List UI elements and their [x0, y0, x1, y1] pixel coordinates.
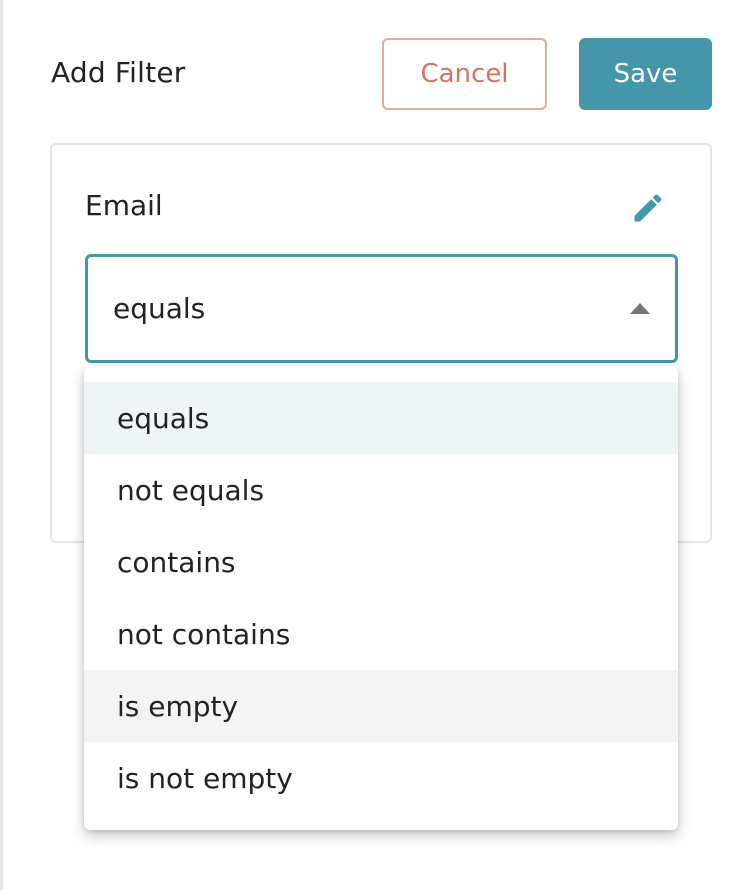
operator-select[interactable]: equals	[85, 254, 678, 363]
operator-select-value: equals	[113, 292, 206, 325]
caret-up-icon[interactable]	[630, 303, 650, 314]
option-equals[interactable]: equals	[84, 382, 678, 454]
add-filter-panel: Add Filter Cancel Save Email equals equa…	[0, 0, 736, 890]
option-contains[interactable]: contains	[84, 526, 678, 598]
page-title: Add Filter	[51, 56, 186, 89]
option-is-not-empty[interactable]: is not empty	[84, 742, 678, 814]
operator-dropdown-menu: equals not equals contains not contains …	[84, 366, 678, 830]
option-not-equals[interactable]: not equals	[84, 454, 678, 526]
field-label: Email	[85, 189, 163, 222]
save-button[interactable]: Save	[579, 38, 712, 110]
option-not-contains[interactable]: not contains	[84, 598, 678, 670]
cancel-button[interactable]: Cancel	[382, 38, 547, 110]
option-is-empty[interactable]: is empty	[84, 670, 678, 742]
pencil-icon[interactable]	[630, 190, 666, 226]
pencil-icon-graphic	[634, 194, 662, 222]
left-divider	[0, 0, 3, 890]
